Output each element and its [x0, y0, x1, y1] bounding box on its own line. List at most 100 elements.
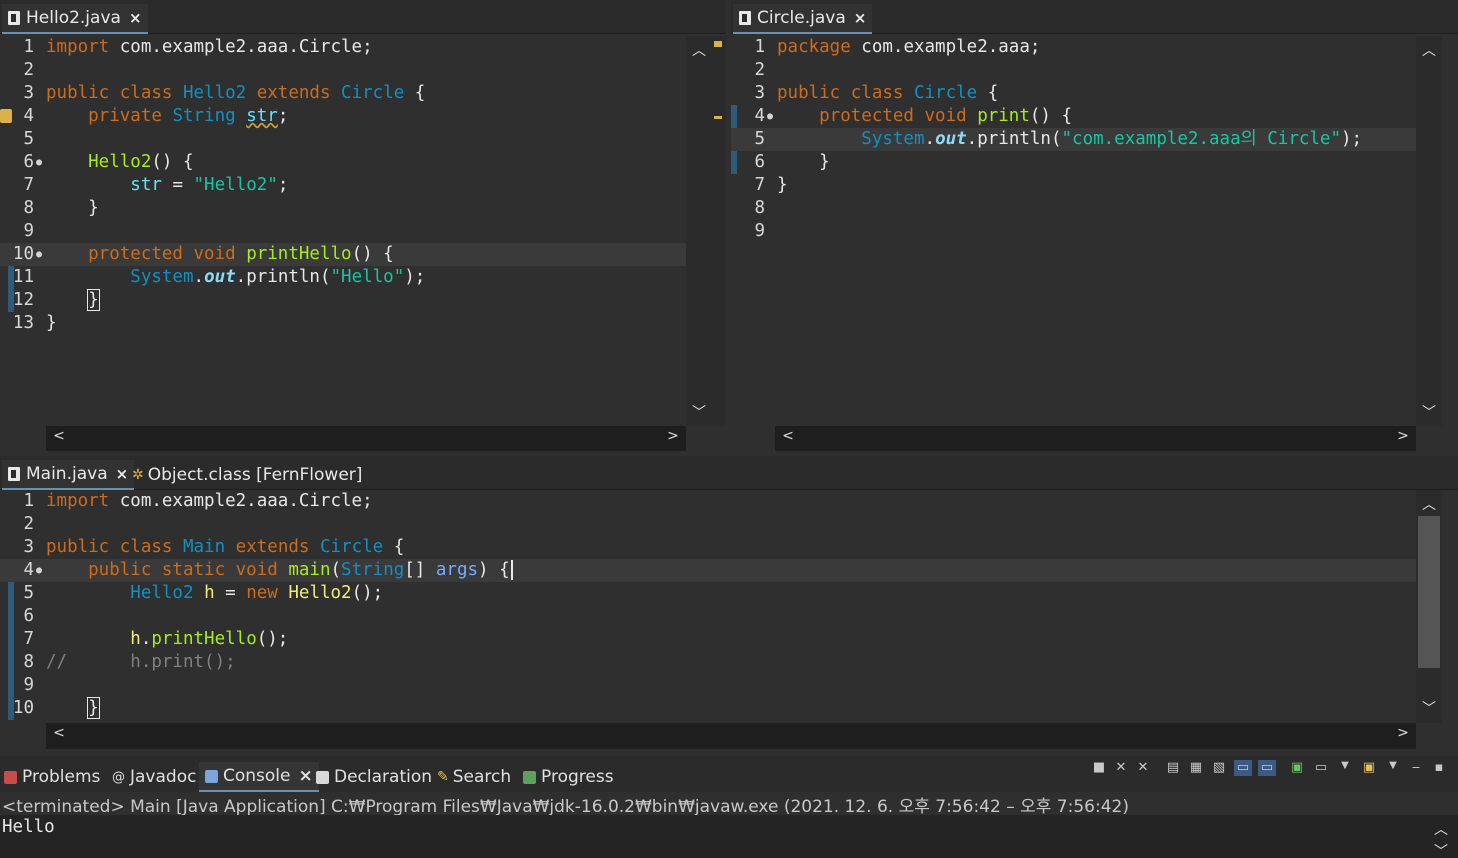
- code-token: protected void: [777, 106, 967, 126]
- line-number: 2: [23, 60, 34, 80]
- circle-horizontal-scrollbar[interactable]: < >: [775, 426, 1416, 451]
- scroll-down-icon[interactable]: ﹀: [686, 402, 712, 422]
- code-token: extends: [246, 83, 342, 103]
- chevron-down-icon[interactable]: ▼: [1384, 760, 1402, 776]
- code-token: package: [777, 37, 851, 57]
- java-file-icon: [739, 11, 751, 25]
- matching-bracket: }: [87, 697, 100, 719]
- line-number: 1: [23, 491, 34, 511]
- overview-ruler[interactable]: [712, 36, 726, 426]
- terminate-icon[interactable]: ■: [1090, 760, 1108, 776]
- fold-icon[interactable]: ●: [36, 243, 42, 266]
- line-number: 10: [12, 698, 34, 718]
- code-token: }: [46, 313, 57, 333]
- scroll-up-icon[interactable]: ︿: [1416, 494, 1442, 514]
- tab-object-class[interactable]: ✲ Object.class [FernFlower]: [126, 460, 368, 490]
- code-token: class: [109, 83, 183, 103]
- scroll-up-icon[interactable]: ︿: [1428, 819, 1454, 839]
- code-token: Hello2: [288, 583, 352, 603]
- warning-marker[interactable]: [714, 116, 722, 119]
- circle-vertical-scrollbar[interactable]: ︿ ﹀: [1416, 36, 1442, 426]
- tab-progress[interactable]: Progress: [523, 762, 614, 792]
- code-token: }: [46, 198, 99, 218]
- open-console-icon[interactable]: ▣: [1360, 760, 1378, 776]
- code-token: }: [777, 175, 788, 195]
- hello2-horizontal-scrollbar[interactable]: < >: [46, 426, 686, 451]
- scroll-right-icon[interactable]: >: [660, 428, 686, 444]
- tab-hello2-java[interactable]: Hello2.java ×: [2, 4, 148, 34]
- scroll-left-icon[interactable]: <: [775, 428, 801, 444]
- scroll-up-icon[interactable]: ︿: [1416, 40, 1442, 60]
- scroll-down-icon[interactable]: ﹀: [1416, 698, 1442, 718]
- main-vertical-scrollbar[interactable]: ︿ ﹀: [1416, 490, 1442, 723]
- scroll-up-icon[interactable]: ︿: [686, 40, 712, 60]
- scroll-lock-icon[interactable]: ▦: [1187, 760, 1205, 776]
- line-number: 9: [754, 221, 765, 241]
- fold-icon[interactable]: ●: [36, 559, 42, 582]
- scroll-left-icon[interactable]: <: [46, 725, 72, 741]
- display-console-icon[interactable]: ▭: [1312, 760, 1330, 776]
- console-output[interactable]: Hello ︿ ﹀: [0, 815, 1458, 858]
- show-on-output-icon[interactable]: ▭: [1234, 760, 1252, 776]
- hello2-code-area[interactable]: 1 import com.example2.aaa.Circle; 2 3 publ…: [0, 36, 686, 426]
- maximize-icon[interactable]: ▪: [1430, 760, 1448, 776]
- scroll-thumb[interactable]: [1418, 516, 1440, 668]
- code-token: protected void: [46, 244, 236, 264]
- close-icon[interactable]: ×: [854, 9, 867, 27]
- remove-all-icon[interactable]: ✕: [1134, 760, 1152, 776]
- warning-icon[interactable]: [0, 109, 12, 123]
- main-tabbar: Main.java × ✲ Object.class [FernFlower]: [0, 456, 1458, 490]
- code-token: );: [1341, 129, 1363, 149]
- scroll-right-icon[interactable]: >: [1390, 428, 1416, 444]
- clear-console-icon[interactable]: ▤: [1164, 760, 1182, 776]
- circle-tabbar: Circle.java ×: [731, 0, 1458, 34]
- tab-main-java[interactable]: Main.java ×: [2, 460, 135, 490]
- line-number: 7: [23, 629, 34, 649]
- tab-label: Hello2.java: [26, 8, 121, 28]
- main-horizontal-scrollbar[interactable]: < >: [46, 723, 1416, 749]
- word-wrap-icon[interactable]: ▧: [1210, 760, 1228, 776]
- tab-console[interactable]: Console ×: [199, 762, 319, 792]
- show-on-error-icon[interactable]: ▭: [1258, 760, 1276, 776]
- fold-icon[interactable]: ●: [767, 105, 773, 128]
- code-token: "Hello2": [193, 175, 278, 195]
- scroll-left-icon[interactable]: <: [46, 428, 72, 444]
- warning-marker[interactable]: [714, 41, 722, 47]
- tab-circle-java[interactable]: Circle.java ×: [733, 4, 873, 34]
- code-token: public static void: [46, 560, 278, 580]
- hello2-vertical-scrollbar[interactable]: ︿ ﹀: [686, 36, 712, 426]
- tab-problems[interactable]: Problems: [4, 762, 100, 792]
- tab-javadoc[interactable]: @ Javadoc: [112, 762, 196, 792]
- pin-console-icon[interactable]: ▣: [1288, 760, 1306, 776]
- remove-launch-icon[interactable]: ✕: [1112, 760, 1130, 776]
- scroll-down-icon[interactable]: ﹀: [1428, 841, 1454, 858]
- line-number: 2: [23, 514, 34, 534]
- code-token: .: [924, 129, 936, 149]
- code-token: .: [193, 267, 205, 287]
- code-token: public: [46, 83, 110, 103]
- tab-label: Progress: [541, 767, 614, 787]
- line-number: 5: [23, 583, 34, 603]
- java-file-icon: [8, 11, 20, 25]
- code-token: ;: [277, 175, 289, 195]
- code-token: import: [46, 491, 110, 511]
- minimize-icon[interactable]: ‒: [1407, 760, 1425, 776]
- code-token: () {: [151, 152, 194, 172]
- tab-search[interactable]: ✎ Search: [437, 762, 511, 792]
- code-token: import: [46, 37, 110, 57]
- circle-code-area[interactable]: 1 package com.example2.aaa; 2 3 public cla…: [731, 36, 1416, 426]
- main-code-area[interactable]: 1 import com.example2.aaa.Circle; 2 3 publ…: [0, 490, 1416, 723]
- code-token: str: [246, 106, 278, 126]
- chevron-down-icon[interactable]: ▼: [1336, 760, 1354, 776]
- scroll-down-icon[interactable]: ﹀: [1416, 402, 1442, 422]
- close-icon[interactable]: ×: [129, 9, 142, 27]
- fold-icon[interactable]: ●: [36, 151, 42, 174]
- line-number: 5: [23, 129, 34, 149]
- close-icon[interactable]: ×: [299, 766, 313, 786]
- code-token: []: [404, 560, 436, 580]
- code-token: String: [161, 106, 236, 126]
- line-number: 1: [754, 37, 765, 57]
- tab-declaration[interactable]: Declaration: [316, 762, 432, 792]
- scroll-right-icon[interactable]: >: [1390, 725, 1416, 741]
